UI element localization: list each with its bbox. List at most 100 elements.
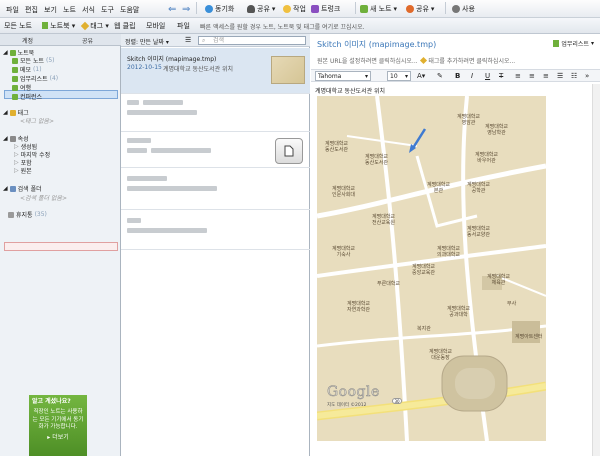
map-label: 계명대학교 공학관 [467, 182, 491, 194]
new-note-button[interactable]: 새 노트 ▾ [360, 2, 397, 16]
notebook-icon [12, 84, 18, 91]
forward-button[interactable]: ⇒ [182, 2, 190, 16]
note-title: Skitch 이미지 (mapimage.tmp) [127, 56, 217, 63]
sidebar-item-worklist[interactable]: 업무리스트 (4) [12, 74, 58, 83]
note-item-selected[interactable]: Skitch 이미지 (mapimage.tmp) 2012-10-15 계명대… [121, 48, 310, 94]
text-color-button[interactable]: A▾ [417, 72, 425, 80]
share-note-button[interactable]: 공유 ▾ [406, 2, 434, 16]
notebook-selector[interactable]: 업무리스트 ▾ [553, 39, 594, 48]
tag-field[interactable]: 태그를 추가하려면 클릭하십시오... [428, 58, 515, 65]
note-list-header: 정렬: 만든 날짜 ▾ ☰ ⌕ 검색 [121, 34, 310, 47]
more-icon[interactable]: » [585, 72, 589, 80]
menu-view[interactable]: 보기 [44, 5, 57, 15]
note-item[interactable] [121, 168, 310, 210]
map-copyright: 지도 데이터 ©2012 [327, 403, 367, 408]
share-icon [406, 5, 414, 13]
forward-arrow-icon: ⇒ [182, 3, 191, 15]
play-icon: ▸ [47, 434, 51, 442]
tag-button[interactable]: 태그 ▾ [80, 21, 109, 31]
map-label: 계명대학교 동산도서관 [325, 141, 349, 153]
notebook-button[interactable]: 노트북 ▾ [42, 21, 75, 31]
align-right-icon[interactable]: ≡ [543, 72, 549, 80]
source-url-field[interactable]: 원본 URL을 설정하려면 클릭하십시오... 태그를 추가하려면 클릭하십시오… [317, 56, 515, 65]
search-icon: ⌕ [202, 37, 206, 44]
format-toolbar: Tahoma ▾ 10 ▾ A▾ ✎ B I U T ≡ ≡ ≡ ☰ ☷ » [311, 69, 600, 82]
sidebar-item-conference[interactable]: 컨퍼런스 [12, 92, 42, 101]
mobile-button[interactable]: 모바일 [146, 21, 165, 31]
chevron-down-icon: ▾ [393, 5, 398, 13]
tab-account[interactable]: 계정 [22, 36, 33, 45]
sidebar-item-memo[interactable]: 메모 (1) [12, 65, 42, 74]
strikethrough-button[interactable]: T [499, 72, 503, 80]
highlight-icon[interactable]: ✎ [437, 72, 443, 80]
back-arrow-icon: ⇐ [168, 3, 177, 15]
view-toggle-icon[interactable]: ☰ [185, 36, 191, 44]
align-left-icon[interactable]: ≡ [515, 72, 521, 80]
trunk-button[interactable]: 트렁크 [311, 2, 340, 16]
notebook-icon [42, 22, 48, 29]
saved-search-empty: <검색 폴더 없음> [20, 195, 67, 202]
bold-button[interactable]: B [455, 72, 460, 80]
numbered-list-icon[interactable]: ☷ [571, 72, 577, 80]
expand-icon: ▷ [14, 151, 19, 158]
sidebar-item-all-notes[interactable]: 모든 노트 (5) [12, 56, 55, 65]
menu-help[interactable]: 도움말 [120, 5, 139, 15]
map-label: 계명대학교 중앙교육관 [412, 264, 436, 276]
align-center-icon[interactable]: ≡ [529, 72, 535, 80]
tag-icon [420, 56, 428, 65]
search-input[interactable]: ⌕ 검색 [198, 36, 306, 45]
map-label: 계명대학교 영남학관 [485, 124, 509, 136]
expand-icon: ▷ [14, 143, 19, 150]
promo-more-link[interactable]: ▸ 더보기 [32, 434, 84, 442]
menu-edit[interactable]: 편집 [25, 5, 38, 15]
menu-file[interactable]: 파일 [6, 5, 19, 15]
tag-icon [80, 21, 90, 31]
note-item[interactable] [121, 210, 310, 250]
sidebar-item-travel[interactable]: 여행 [12, 83, 31, 92]
search-folder-icon [9, 185, 16, 192]
account-icon [452, 5, 460, 13]
editor-scrollbar[interactable] [592, 84, 600, 456]
map-label: 푸른대학교 [377, 281, 401, 287]
font-family-select[interactable]: Tahoma ▾ [315, 71, 371, 81]
sidebar-item-trash[interactable]: 휴지통 (35) [8, 210, 47, 219]
promo-body: 직장인 노트는 사용하는 모든 기기에서 동기화가 가능합니다. [32, 409, 84, 430]
menu-tools[interactable]: 도구 [101, 5, 114, 15]
map-label: 복지관 [417, 326, 431, 332]
new-note-icon [360, 5, 368, 13]
underline-button[interactable]: U [485, 72, 490, 80]
shortcut-hint: 빠른 액세스를 원할 경우 노트, 노트북 및 태그를 여기로 끄십시오. [200, 24, 365, 31]
trash-highlight [4, 242, 118, 251]
chevron-down-icon: ▾ [165, 39, 169, 46]
notebook-icon [12, 75, 18, 82]
attribute-source[interactable]: ▷ 원본 [14, 166, 32, 175]
saved-search-header[interactable]: ◢ 검색 폴더 [3, 184, 42, 193]
account-button[interactable]: 사용 [452, 2, 475, 16]
map-label: 계명대학교 영암관 [457, 114, 481, 126]
menu-format[interactable]: 서식 [82, 5, 95, 15]
road-shield: 30 [392, 398, 402, 404]
sync-button[interactable]: 동기화 [205, 2, 234, 16]
all-notes-button[interactable]: 모든 노트 [4, 21, 32, 31]
italic-button[interactable]: I [471, 72, 473, 80]
map-label: 계명아트센터 [515, 334, 543, 340]
share-button[interactable]: 공유 ▾ [247, 2, 275, 16]
map-label: 계명대학교 동서교양관 [467, 226, 491, 238]
map-label: 계명대학교 공과대학 [447, 306, 471, 318]
web-clip-button[interactable]: 웹 클립 [114, 21, 136, 31]
menu-note[interactable]: 노트 [63, 5, 76, 15]
note-title-field[interactable]: Skitch 이미지 (mapimage.tmp) [317, 39, 436, 50]
note-item[interactable] [121, 132, 310, 168]
chevron-down-icon: ▾ [271, 5, 276, 13]
sort-dropdown[interactable]: 정렬: 만든 날짜 ▾ [125, 37, 169, 46]
map-label: 계명대학교 기숙사 [332, 246, 356, 258]
back-button[interactable]: ⇐ [168, 2, 176, 16]
font-size-select[interactable]: 10 ▾ [387, 71, 411, 81]
google-logo: Google [327, 384, 380, 401]
work-button[interactable]: 작업 [283, 2, 306, 16]
map-label: 계명대학교 체육관 [487, 274, 511, 286]
tab-shared[interactable]: 공유 [82, 36, 93, 45]
file-button[interactable]: 파일 [177, 21, 190, 31]
note-item[interactable] [121, 94, 310, 132]
bullet-list-icon[interactable]: ☰ [557, 72, 563, 80]
